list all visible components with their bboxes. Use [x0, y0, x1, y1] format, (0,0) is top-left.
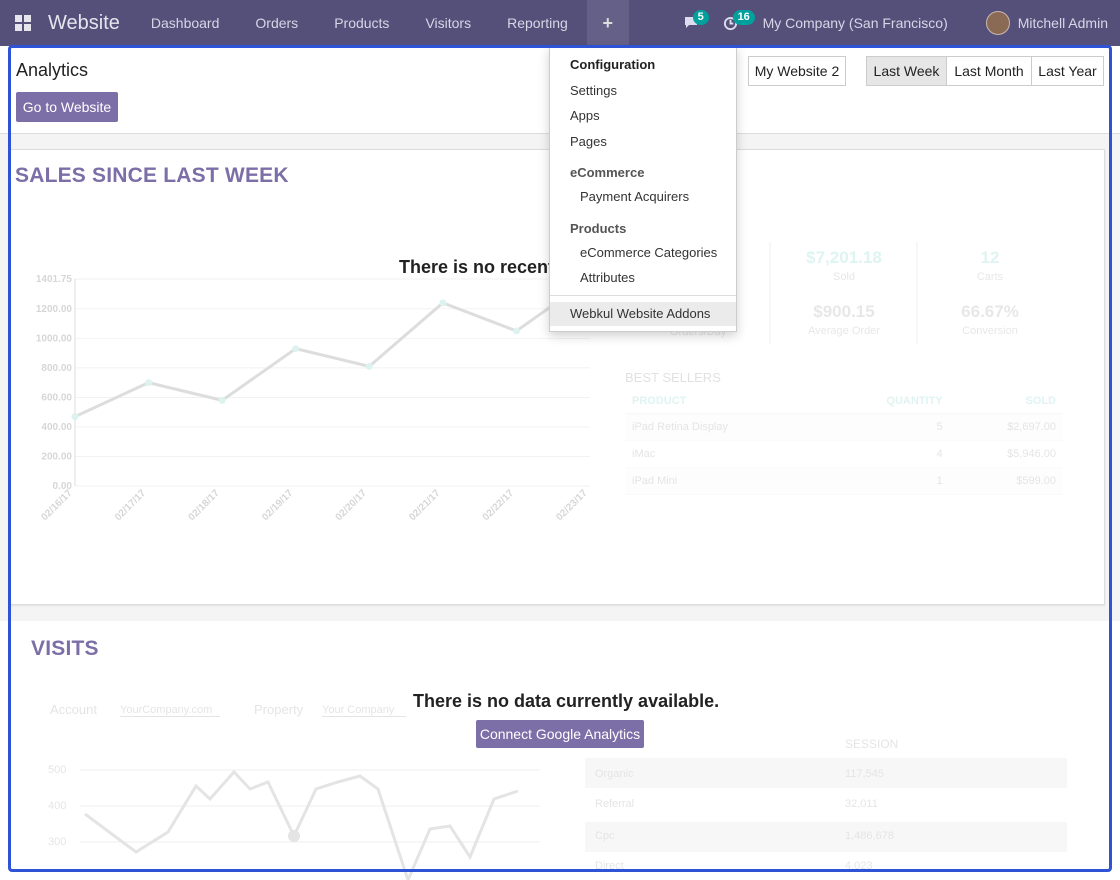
configuration-dropdown: Configuration Settings Apps Pages eComme… — [549, 46, 737, 332]
sales-xtick-label: 02/19/17 — [260, 488, 296, 524]
table-cell: 1 — [823, 467, 950, 495]
user-menu[interactable]: Mitchell Admin — [1018, 15, 1108, 31]
nav-reporting[interactable]: Reporting — [490, 0, 587, 46]
property-label: Property — [254, 702, 304, 717]
dropdown-divider — [550, 295, 736, 296]
sales-ytick-label: 200.00 — [41, 451, 72, 462]
source-session: 32,011 — [845, 798, 878, 810]
nav-configuration-plus-icon[interactable]: + — [586, 0, 629, 46]
sales-xtick-label: 02/22/17 — [481, 488, 517, 524]
table-row: iPad Mini 1 $599.00 — [625, 467, 1063, 495]
activities-clock-icon[interactable]: 16 — [711, 0, 755, 46]
property-select: Your Company — [322, 704, 406, 717]
period-last-week-button[interactable]: Last Week — [866, 56, 947, 86]
kpi-carts-label: Carts — [976, 271, 1004, 283]
best-sellers-title: BEST SELLERS — [625, 370, 721, 385]
kpi-average-order: $900.15 Average Order — [774, 302, 914, 337]
dropdown-item-apps[interactable]: Apps — [570, 108, 600, 123]
sales-data-point — [71, 413, 79, 421]
table-row: iPad Retina Display 5 $2,697.00 — [625, 413, 1063, 441]
source-session: 4,023 — [845, 860, 873, 872]
sales-xtick-label: 02/16/17 — [39, 488, 75, 524]
table-cell: $599.00 — [949, 467, 1063, 495]
apps-menu-icon[interactable] — [0, 0, 46, 46]
dropdown-item-ecommerce-categories[interactable]: eCommerce Categories — [580, 245, 717, 260]
top-navbar: Website Dashboard Orders Products Visito… — [0, 0, 1120, 46]
nav-visitors[interactable]: Visitors — [408, 0, 490, 46]
source-session: 1,486,678 — [845, 830, 894, 842]
dropdown-group-ecommerce: eCommerce — [570, 165, 645, 180]
session-header: SESSION — [845, 737, 899, 751]
table-cell: 4 — [823, 440, 950, 468]
dropdown-item-settings[interactable]: Settings — [570, 83, 617, 98]
kpi-conversion-label: Conversion — [962, 325, 1018, 337]
best-sellers-table: PRODUCT QUANTITY SOLD iPad Retina Displa… — [625, 389, 1063, 495]
kpi-sold: $7,201.18 Sold — [774, 248, 914, 283]
sales-xtick-label: 02/17/17 — [113, 488, 149, 524]
source-session: 117,545 — [845, 768, 884, 780]
table-row: iMac 4 $5,946.00 — [625, 440, 1063, 468]
account-label: Account — [50, 702, 97, 717]
user-avatar[interactable] — [985, 11, 1010, 35]
visits-section-title: VISITS — [31, 637, 99, 660]
table-cell: 5 — [823, 413, 950, 441]
sales-xtick-label: 02/20/17 — [334, 488, 370, 524]
table-cell: iPad Retina Display — [625, 413, 824, 441]
kpi-sold-value: $7,201.18 — [806, 248, 882, 267]
sources-row-bg — [585, 822, 1067, 852]
sales-xtick-label: 02/23/17 — [554, 488, 590, 524]
kpi-average-order-label: Average Order — [808, 325, 880, 337]
sales-xtick-label: 02/21/17 — [407, 488, 443, 524]
app-brand[interactable]: Website — [48, 12, 120, 35]
kpi-sold-label: Sold — [832, 271, 856, 283]
source-name: Cpc — [595, 830, 615, 842]
dropdown-configuration-header[interactable]: Configuration — [570, 57, 655, 72]
sales-data-point — [365, 362, 373, 370]
table-cell: iMac — [625, 440, 824, 468]
sales-data-point — [218, 396, 226, 404]
visits-line-chart — [80, 769, 540, 880]
dropdown-item-pages[interactable]: Pages — [570, 134, 607, 149]
source-name: Direct — [595, 860, 624, 872]
go-to-website-button[interactable]: Go to Website — [16, 92, 118, 122]
period-last-year-button[interactable]: Last Year — [1031, 56, 1104, 86]
sales-ytick-label: 600.00 — [41, 392, 72, 403]
dropdown-group-products: Products — [570, 221, 627, 236]
kpi-conversion: 66.67% Conversion — [920, 302, 1060, 337]
connect-google-analytics-button[interactable]: Connect Google Analytics — [476, 720, 644, 748]
dropdown-item-webkul-website-addons[interactable]: Webkul Website Addons — [570, 306, 710, 321]
sales-ytick-label: 0.00 — [53, 481, 73, 492]
best-sellers-header-product: PRODUCT — [625, 389, 824, 414]
sales-ytick-label: 800.00 — [41, 363, 72, 374]
sales-ytick-label: 400.00 — [41, 422, 72, 433]
account-select: YourCompany.com — [120, 704, 220, 717]
period-last-month-button[interactable]: Last Month — [946, 56, 1032, 86]
nav-products[interactable]: Products — [317, 0, 408, 46]
messages-count-badge: 5 — [692, 10, 709, 25]
source-name: Organic — [595, 768, 634, 780]
page-title: Analytics — [16, 60, 89, 80]
best-sellers-header-quantity: QUANTITY — [823, 389, 950, 414]
sales-xtick-label: 02/18/17 — [186, 488, 222, 524]
kpi-conversion-value: 66.67% — [961, 302, 1019, 321]
kpi-carts: 12 Carts — [920, 248, 1060, 283]
visits-no-data-message: There is no data currently available. — [413, 691, 720, 711]
table-cell: iPad Mini — [625, 467, 824, 495]
dropdown-item-attributes[interactable]: Attributes — [580, 270, 635, 285]
website-selector-button[interactable]: My Website 2 — [748, 56, 846, 86]
sales-data-point — [145, 379, 153, 387]
messages-icon[interactable]: 5 — [671, 0, 711, 46]
nav-orders[interactable]: Orders — [238, 0, 317, 46]
table-cell: $5,946.00 — [949, 440, 1063, 468]
kpi-average-order-value: $900.15 — [813, 302, 875, 321]
kpi-carts-value: 12 — [980, 248, 1000, 267]
activities-count-badge: 16 — [732, 10, 755, 25]
dropdown-item-payment-acquirers[interactable]: Payment Acquirers — [580, 189, 689, 204]
best-sellers-header-sold: SOLD — [949, 389, 1063, 414]
company-switcher[interactable]: My Company (San Francisco) — [763, 15, 948, 31]
sources-row-bg — [585, 758, 1067, 788]
source-name: Referral — [595, 798, 635, 810]
table-cell: $2,697.00 — [949, 413, 1063, 441]
nav-dashboard[interactable]: Dashboard — [134, 0, 239, 46]
